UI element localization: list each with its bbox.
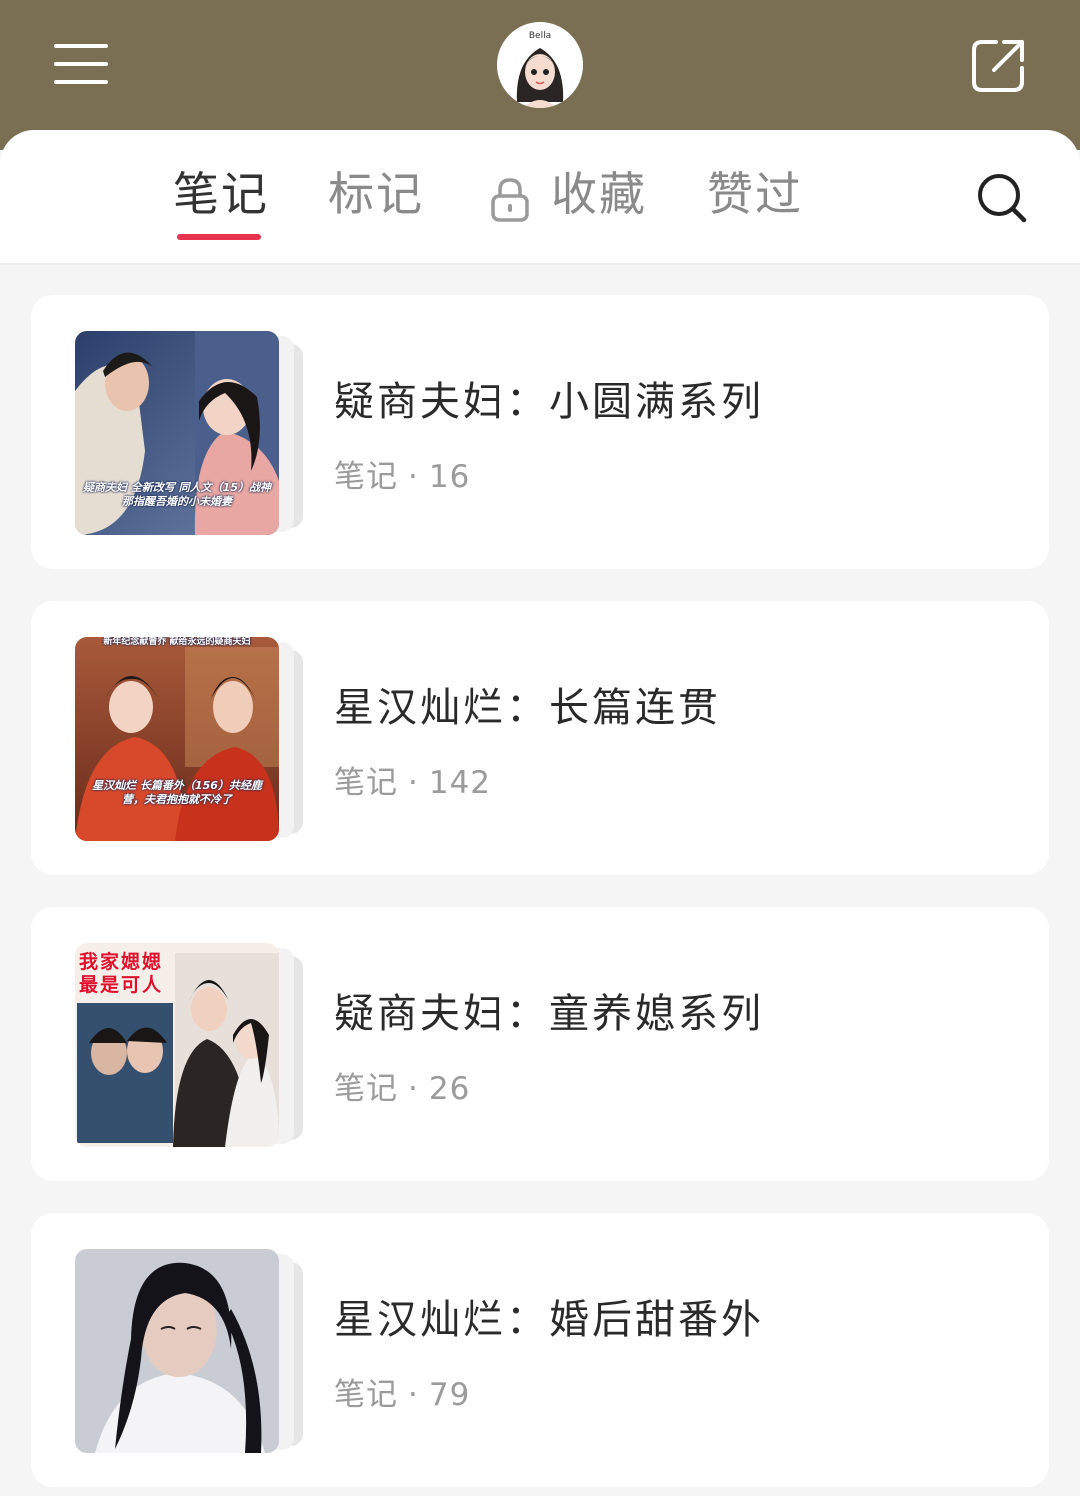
menu-icon[interactable] [54,42,108,86]
meta-label: 笔记 [334,765,398,801]
collection-cover: 新年纪念献曾乔 献给永远的疑商夫妇 星汉灿烂 长篇番外（156）共经鹿营，夫君抱… [75,637,279,841]
search-icon[interactable] [976,172,1028,224]
cover-caption: 星汉灿烂 长篇番外（156）共经鹿营，夫君抱抱就不冷了 [92,779,262,806]
collection-meta: 笔记 · 142 [334,757,491,802]
collection-title: 星汉灿烂：长篇连贯 [334,685,721,731]
collection-cover: 疑商夫妇 全新改写 同人文（15）战神那指醒吾婚的小未婚妻 [75,331,279,535]
note-count: 79 [428,1377,471,1413]
collection-meta: 笔记 · 26 [334,1063,470,1108]
active-tab-indicator [177,234,261,240]
meta-separator: · [408,459,419,495]
cover-overlay-text: 我家媤媤最是可人 [79,951,164,996]
collection-title: 疑商夫妇：小圆满系列 [334,379,764,425]
note-count: 142 [428,765,492,801]
collection-card[interactable]: 我家媤媤最是可人 疑商夫妇：童养媳系列 笔记 · 26 [31,907,1049,1181]
top-bar: Bella [0,0,1080,150]
collection-card[interactable]: 新年纪念献曾乔 献给永远的疑商夫妇 星汉灿烂 长篇番外（156）共经鹿营，夫君抱… [31,601,1049,875]
collection-title: 疑商夫妇：童养媳系列 [334,991,764,1037]
lock-icon [490,177,530,223]
meta-separator: · [408,765,419,801]
collection-card[interactable]: 星汉灿烂：婚后甜番外 笔记 · 79 [31,1213,1049,1487]
collection-cover [75,1249,279,1453]
collection-meta: 笔记 · 16 [334,451,470,496]
tab-liked[interactable]: 赞过 [707,166,803,222]
meta-label: 笔记 [334,459,398,495]
avatar[interactable]: Bella [497,22,583,108]
tab-marks[interactable]: 标记 [328,166,424,222]
collection-meta: 笔记 · 79 [334,1369,470,1414]
meta-separator: · [408,1377,419,1413]
avatar-illustration: Bella [497,22,583,108]
meta-label: 笔记 [334,1377,398,1413]
note-count: 26 [428,1071,471,1107]
tab-favorites[interactable]: 收藏 [551,166,647,222]
cover-caption: 疑商夫妇 全新改写 同人文（15）战神那指醒吾婚的小未婚妻 [83,481,271,508]
meta-separator: · [408,1071,419,1107]
note-count: 16 [428,459,471,495]
tab-bar: 笔记 标记 收藏 赞过 [0,130,1080,265]
share-icon[interactable] [970,36,1028,94]
avatar-text: Bella [529,31,551,41]
collection-title: 星汉灿烂：婚后甜番外 [334,1297,764,1343]
cover-top-text: 新年纪念献曾乔 献给永远的疑商夫妇 [103,637,251,647]
meta-label: 笔记 [334,1071,398,1107]
tab-notes[interactable]: 笔记 [173,166,269,222]
collection-cover: 我家媤媤最是可人 [75,943,279,1147]
collection-card[interactable]: 疑商夫妇 全新改写 同人文（15）战神那指醒吾婚的小未婚妻 疑商夫妇：小圆满系列… [31,295,1049,569]
